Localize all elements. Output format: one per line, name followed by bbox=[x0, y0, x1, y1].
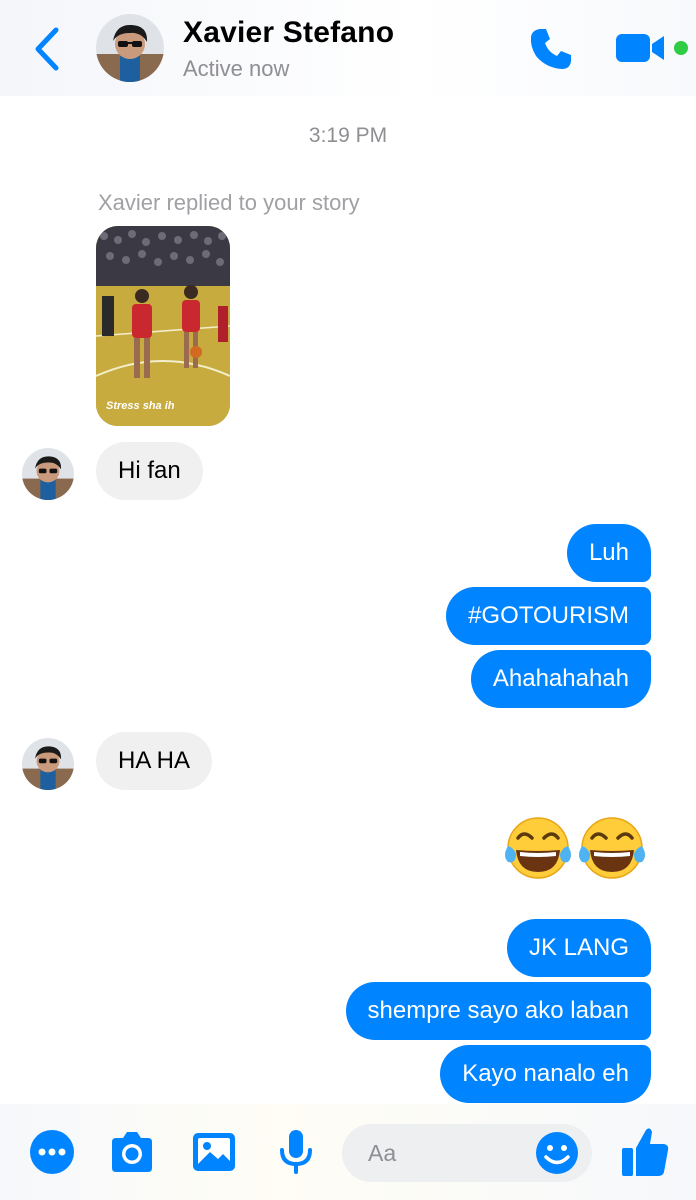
outgoing-message[interactable]: Kayo nanalo eh bbox=[440, 1045, 651, 1103]
outgoing-message[interactable]: Luh bbox=[566, 524, 651, 582]
story-caption: Stress sha ih bbox=[106, 400, 175, 412]
message-input[interactable] bbox=[368, 1124, 538, 1182]
thumbs-up-icon bbox=[622, 1128, 669, 1176]
outgoing-message[interactable]: JK LANG bbox=[506, 919, 651, 977]
voice-clip-button[interactable] bbox=[272, 1128, 320, 1176]
contact-avatar[interactable] bbox=[96, 14, 164, 82]
incoming-message[interactable]: HA HA bbox=[96, 732, 213, 790]
image-icon bbox=[193, 1133, 235, 1171]
voice-call-button[interactable] bbox=[526, 24, 576, 74]
emoji-message[interactable] bbox=[502, 812, 648, 884]
active-status: Active now bbox=[183, 56, 290, 81]
conversation-header: Xavier Stefano Active now bbox=[0, 0, 696, 96]
more-dots-icon bbox=[30, 1130, 74, 1174]
sender-avatar[interactable] bbox=[22, 448, 74, 500]
outgoing-message[interactable]: #GOTOURISM bbox=[446, 587, 651, 645]
story-reply-note: Xavier replied to your story bbox=[98, 190, 360, 215]
chevron-left-icon bbox=[35, 27, 59, 71]
back-button[interactable] bbox=[26, 24, 66, 74]
message-timestamp: 3:19 PM bbox=[308, 124, 388, 147]
microphone-icon bbox=[280, 1130, 312, 1174]
emoji-button[interactable] bbox=[534, 1130, 580, 1176]
camera-button[interactable] bbox=[108, 1128, 156, 1176]
camera-icon bbox=[112, 1132, 152, 1172]
gallery-button[interactable] bbox=[190, 1128, 238, 1176]
avatar-photo bbox=[22, 738, 74, 790]
video-camera-icon bbox=[616, 34, 664, 62]
tears-of-joy-emoji-icon bbox=[505, 817, 571, 879]
online-indicator bbox=[674, 41, 688, 55]
avatar-photo bbox=[96, 14, 164, 82]
basketball-story-image bbox=[96, 226, 230, 426]
smiley-icon bbox=[536, 1132, 578, 1174]
incoming-message[interactable]: Hi fan bbox=[96, 442, 203, 500]
more-actions-button[interactable] bbox=[28, 1128, 76, 1176]
contact-name[interactable]: Xavier Stefano bbox=[183, 16, 394, 50]
phone-icon bbox=[530, 29, 571, 69]
sender-avatar[interactable] bbox=[22, 738, 74, 790]
avatar-photo bbox=[22, 448, 74, 500]
like-button[interactable] bbox=[620, 1124, 670, 1180]
outgoing-message[interactable]: Ahahahahah bbox=[470, 650, 651, 708]
tears-of-joy-emoji-icon bbox=[579, 817, 645, 879]
message-input-container bbox=[342, 1124, 592, 1182]
outgoing-message[interactable]: shempre sayo ako laban bbox=[345, 982, 651, 1040]
video-call-button[interactable] bbox=[614, 28, 670, 68]
story-thumbnail[interactable]: Stress sha ih bbox=[96, 226, 230, 426]
message-composer bbox=[0, 1104, 696, 1200]
